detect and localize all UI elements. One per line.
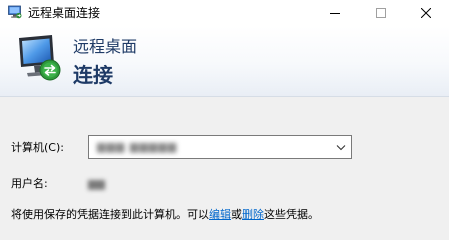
delete-credentials-link[interactable]: 删除 <box>242 208 264 221</box>
username-label: 用户名: <box>11 177 48 190</box>
computer-label: 计算机(C): <box>11 141 64 154</box>
remote-desktop-icon <box>19 35 61 81</box>
minimize-button[interactable] <box>312 0 358 26</box>
username-value: ▆▆ <box>88 177 105 190</box>
title-bar[interactable]: 远程桌面连接 <box>0 0 449 26</box>
computer-value: ▆▆▆ ▆▆▆▆▆ <box>97 140 178 153</box>
remote-desktop-app-icon <box>8 5 22 19</box>
close-button[interactable] <box>403 0 449 26</box>
header-subtitle: 远程桌面 <box>73 37 138 56</box>
minimize-icon <box>330 13 340 14</box>
window-title: 远程桌面连接 <box>28 6 101 20</box>
info-middle: 或 <box>231 208 242 221</box>
edit-credentials-link[interactable]: 编辑 <box>209 208 231 221</box>
header-title: 连接 <box>73 63 113 87</box>
remote-desktop-window: 远程桌面连接 远程桌面 连接 计算机(C): ▆▆▆ ▆▆▆▆▆ 用户名: ▆▆… <box>0 0 449 240</box>
chevron-down-icon[interactable] <box>336 144 346 151</box>
maximize-button[interactable] <box>358 0 404 26</box>
info-suffix: 这些凭据。 <box>264 208 319 221</box>
credentials-info: 将使用保存的凭据连接到此计算机。可以编辑或删除这些凭据。 <box>11 208 319 222</box>
computer-combobox[interactable]: ▆▆▆ ▆▆▆▆▆ <box>88 135 352 159</box>
maximize-icon <box>376 8 386 18</box>
header-banner: 远程桌面 连接 <box>0 26 449 97</box>
close-icon <box>421 8 431 18</box>
info-prefix: 将使用保存的凭据连接到此计算机。可以 <box>11 208 209 221</box>
